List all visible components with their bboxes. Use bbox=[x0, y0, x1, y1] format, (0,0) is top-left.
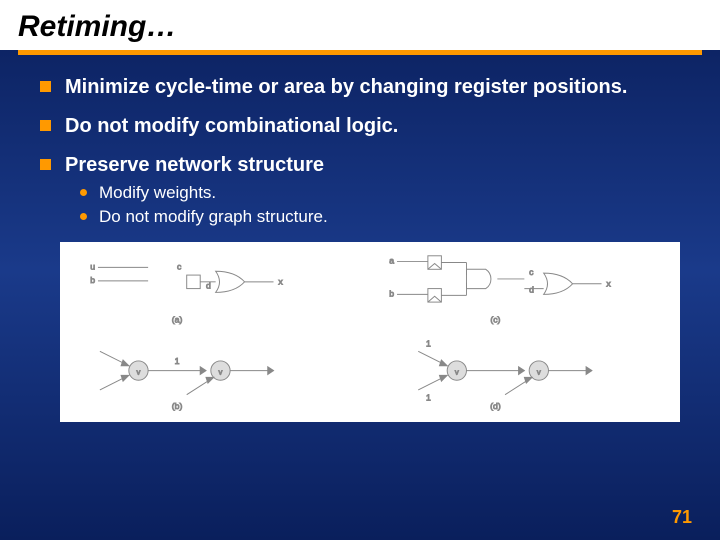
label-x: x bbox=[278, 277, 283, 287]
edge-weight-1: 1 bbox=[426, 393, 431, 403]
sub-text: Modify weights. bbox=[99, 182, 216, 204]
square-bullet-icon bbox=[40, 81, 51, 92]
bullet-item: Do not modify combinational logic. bbox=[40, 114, 680, 139]
panel-label-b: (b) bbox=[172, 401, 183, 411]
title-area: Retiming… bbox=[0, 0, 720, 50]
label-c: c bbox=[177, 261, 182, 271]
slide-title: Retiming… bbox=[18, 10, 702, 44]
label-c: c bbox=[529, 267, 534, 277]
sub-item: Modify weights. bbox=[80, 182, 680, 204]
bullet-item: Minimize cycle-time or area by changing … bbox=[40, 75, 680, 100]
content-area: Minimize cycle-time or area by changing … bbox=[0, 55, 720, 228]
label-a: a bbox=[389, 256, 394, 266]
edge-weight-1: 1 bbox=[426, 339, 431, 349]
dot-bullet-icon bbox=[80, 189, 87, 196]
panel-label-d: (d) bbox=[490, 401, 501, 411]
label-b: b bbox=[389, 288, 394, 298]
sub-item: Do not modify graph structure. bbox=[80, 206, 680, 228]
square-bullet-icon bbox=[40, 159, 51, 170]
node-vx: v bbox=[219, 368, 223, 377]
sub-list: Modify weights. Do not modify graph stru… bbox=[80, 182, 680, 228]
node-vc: v bbox=[455, 368, 459, 377]
square-bullet-icon bbox=[40, 120, 51, 131]
bullet-text: Do not modify combinational logic. bbox=[65, 114, 398, 139]
panel-label-a: (a) bbox=[172, 315, 183, 325]
label-x: x bbox=[606, 279, 611, 289]
sub-text: Do not modify graph structure. bbox=[99, 206, 328, 228]
bullet-text: Preserve network structure bbox=[65, 153, 324, 178]
node-vx: v bbox=[537, 368, 541, 377]
circuit-diagram: u b c d x (a) a b bbox=[60, 242, 680, 422]
dot-bullet-icon bbox=[80, 213, 87, 220]
page-number: 71 bbox=[672, 507, 692, 528]
bullet-text: Minimize cycle-time or area by changing … bbox=[65, 75, 627, 100]
label-b: b bbox=[90, 275, 95, 285]
bullet-item: Preserve network structure bbox=[40, 153, 680, 178]
edge-weight-1: 1 bbox=[175, 356, 180, 366]
label-u: u bbox=[90, 261, 95, 271]
node-vc: v bbox=[137, 368, 141, 377]
panel-label-c: (c) bbox=[490, 315, 500, 325]
diagram-svg: u b c d x (a) a b bbox=[68, 250, 672, 414]
label-d: d bbox=[529, 285, 534, 295]
